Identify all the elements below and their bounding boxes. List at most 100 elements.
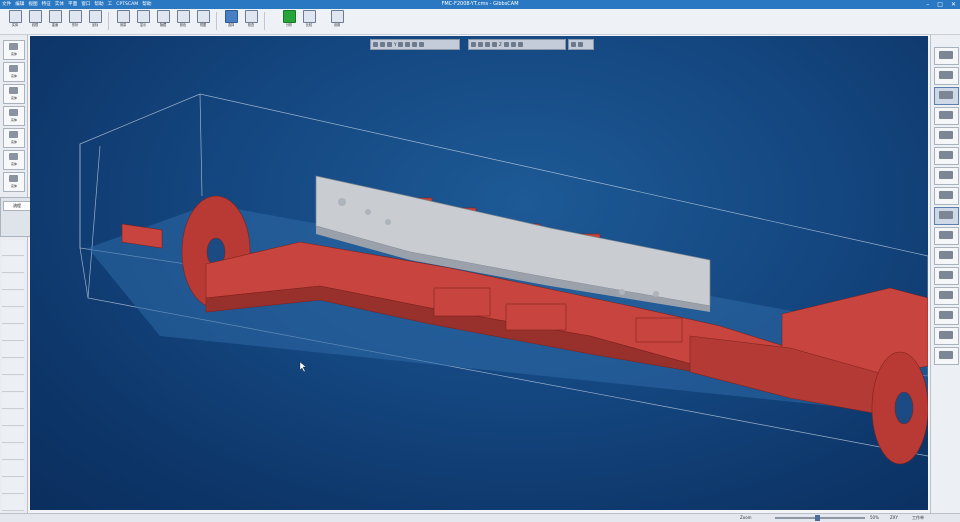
beam-hole [385, 219, 391, 225]
left-thumb-2[interactable]: 实体 [3, 62, 25, 82]
ribbon-button-wire[interactable]: 线框 [26, 10, 44, 32]
left-row[interactable] [2, 325, 24, 341]
3d-viewport[interactable]: Y Z [30, 36, 928, 510]
maximize-button[interactable]: □ [937, 0, 943, 9]
left-thumb-6[interactable]: 实体 [3, 150, 25, 170]
part-icon [939, 171, 953, 179]
ribbon-button-solid[interactable]: 实体 [6, 10, 24, 32]
left-row[interactable] [2, 240, 24, 256]
left-row[interactable] [2, 291, 24, 307]
clamp-module [433, 287, 491, 317]
right-thumb[interactable] [934, 167, 959, 185]
left-row[interactable] [2, 257, 24, 273]
part-icon [939, 191, 953, 199]
beam-hole [365, 209, 371, 215]
process-tab[interactable]: 流程 [3, 201, 31, 211]
ribbon-button-compare[interactable]: 比较 [300, 10, 318, 32]
left-row[interactable] [2, 376, 24, 392]
part-icon [939, 111, 953, 119]
ribbon-button-analysis[interactable]: 分析 [280, 10, 298, 32]
right-thumb[interactable] [934, 127, 959, 145]
part-icon [939, 151, 953, 159]
right-thumb-selected[interactable] [934, 87, 959, 105]
part-icon [939, 331, 953, 339]
left-thumb-5[interactable]: 实体 [3, 128, 25, 148]
ribbon-button-settings[interactable]: 设置 [328, 10, 346, 32]
part-icon [9, 153, 18, 160]
model-canvas [79, 93, 928, 465]
window-title: FMC-F2008-YT.cms - GibbsCAM [441, 1, 519, 7]
view-icon [196, 10, 210, 23]
part-icon [939, 231, 953, 239]
left-row[interactable] [2, 359, 24, 375]
coord-icon [88, 10, 102, 23]
part-icon [939, 271, 953, 279]
beam-hole [338, 198, 346, 206]
part-icon [939, 51, 953, 59]
part-icon [939, 351, 953, 359]
solid-icon [8, 10, 22, 23]
ribbon-button-coord[interactable]: 坐标 [86, 10, 104, 32]
right-thumb[interactable] [934, 307, 959, 325]
left-thumb-1[interactable]: 实体 [3, 40, 25, 60]
ribbon-button-check[interactable]: 检查 [242, 10, 260, 32]
right-thumb[interactable] [934, 187, 959, 205]
right-disc-hole [894, 391, 914, 425]
title-bar: 文件 编辑 视图 特征 实体 平面 窗口 帮助 工 CPTSCAM 帮助 FMC… [0, 0, 960, 9]
measure-icon [116, 10, 130, 23]
right-thumb[interactable] [934, 227, 959, 245]
part-icon [939, 211, 953, 219]
close-button[interactable]: ✕ [951, 0, 956, 9]
left-row[interactable] [2, 342, 24, 358]
right-thumb[interactable] [934, 347, 959, 365]
ribbon-button-select[interactable]: 选择 [222, 10, 240, 32]
left-thumb-7[interactable]: 实体 [3, 172, 25, 192]
right-thumb[interactable] [934, 67, 959, 85]
left-row[interactable] [2, 495, 24, 511]
left-row[interactable] [2, 478, 24, 494]
left-thumb-3[interactable]: 实体 [3, 84, 25, 104]
ribbon-button-measure[interactable]: 测量 [114, 10, 132, 32]
check-icon [244, 10, 258, 23]
wire-icon [28, 10, 42, 23]
surface-icon [48, 10, 62, 23]
zoom-slider-knob[interactable] [815, 515, 820, 521]
left-row[interactable] [2, 461, 24, 477]
left-row[interactable] [2, 274, 24, 290]
select-icon [224, 10, 238, 23]
part-icon [9, 87, 18, 94]
zoom-slider[interactable] [775, 517, 865, 519]
hide-icon [156, 10, 170, 23]
ribbon-button-hide[interactable]: 隐藏 [154, 10, 172, 32]
left-row[interactable] [2, 444, 24, 460]
ribbon-button-view[interactable]: 视图 [194, 10, 212, 32]
right-thumb[interactable] [934, 287, 959, 305]
left-thumb-4[interactable]: 实体 [3, 106, 25, 126]
right-thumb[interactable] [934, 267, 959, 285]
left-toolbox: 实体 实体 实体 实体 实体 实体 实体 [0, 35, 28, 515]
right-thumb[interactable] [934, 47, 959, 65]
settings-icon [330, 10, 344, 23]
ribbon-button-color[interactable]: 颜色 [174, 10, 192, 32]
right-thumb[interactable] [934, 147, 959, 165]
ribbon-button-shape[interactable]: 形状 [66, 10, 84, 32]
color-icon [176, 10, 190, 23]
left-row[interactable] [2, 410, 24, 426]
part-icon [9, 175, 18, 182]
minimize-button[interactable]: – [926, 0, 929, 9]
clamp-module [505, 303, 567, 331]
right-thumb-selected[interactable] [934, 207, 959, 225]
right-thumb[interactable] [934, 107, 959, 125]
right-thumb[interactable] [934, 327, 959, 345]
part-icon [9, 131, 18, 138]
ribbon-toolbar: 实体 线框 曲面 形状 坐标 测量 显示 隐藏 颜色 视图 选择 检查 分析 比… [0, 9, 960, 35]
right-thumb[interactable] [934, 247, 959, 265]
ribbon-button-surface[interactable]: 曲面 [46, 10, 64, 32]
left-row[interactable] [2, 393, 24, 409]
left-row[interactable] [2, 427, 24, 443]
ribbon-button-display[interactable]: 显示 [134, 10, 152, 32]
mouse-cursor-icon [299, 361, 307, 373]
part-icon [939, 251, 953, 259]
part-icon [9, 109, 18, 116]
left-row[interactable] [2, 308, 24, 324]
